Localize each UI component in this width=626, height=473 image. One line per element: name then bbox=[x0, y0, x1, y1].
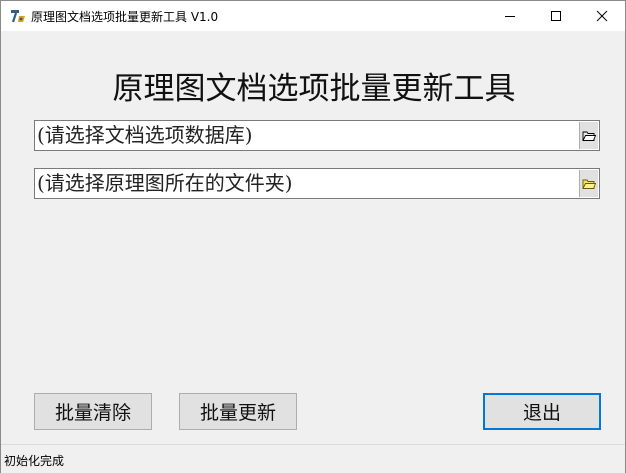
title-bar[interactable]: 原理图文档选项批量更新工具 V1.0 bbox=[1, 1, 625, 31]
maximize-icon bbox=[551, 11, 561, 21]
status-text: 初始化完成 bbox=[4, 454, 65, 468]
folder-icon bbox=[582, 179, 596, 189]
browse-folder-button[interactable] bbox=[579, 170, 598, 197]
folder-path-text: (请选择原理图所在的文件夹) bbox=[37, 171, 293, 195]
close-button[interactable] bbox=[579, 1, 625, 31]
database-path-field[interactable]: (请选择文档选项数据库) bbox=[34, 120, 600, 151]
folder-path-field[interactable]: (请选择原理图所在的文件夹) bbox=[34, 168, 600, 199]
open-folder-icon bbox=[582, 131, 596, 141]
exit-button[interactable]: 退出 bbox=[483, 393, 601, 430]
maximize-button[interactable] bbox=[533, 1, 579, 31]
page-title: 原理图文档选项批量更新工具 bbox=[112, 71, 516, 107]
database-path-text: (请选择文档选项数据库) bbox=[37, 123, 253, 147]
status-bar: 初始化完成 bbox=[1, 444, 625, 473]
app-icon bbox=[10, 8, 26, 24]
app-window: 原理图文档选项批量更新工具 V1.0 原理图文档选项批量更新工具 (请选择文档选… bbox=[0, 0, 626, 473]
batch-clear-button[interactable]: 批量清除 bbox=[34, 393, 152, 430]
window-title: 原理图文档选项批量更新工具 V1.0 bbox=[31, 10, 219, 24]
minimize-button[interactable] bbox=[487, 1, 533, 31]
close-icon bbox=[596, 10, 608, 22]
browse-database-button[interactable] bbox=[579, 122, 598, 149]
minimize-icon bbox=[505, 16, 515, 17]
batch-update-button[interactable]: 批量更新 bbox=[179, 393, 297, 430]
